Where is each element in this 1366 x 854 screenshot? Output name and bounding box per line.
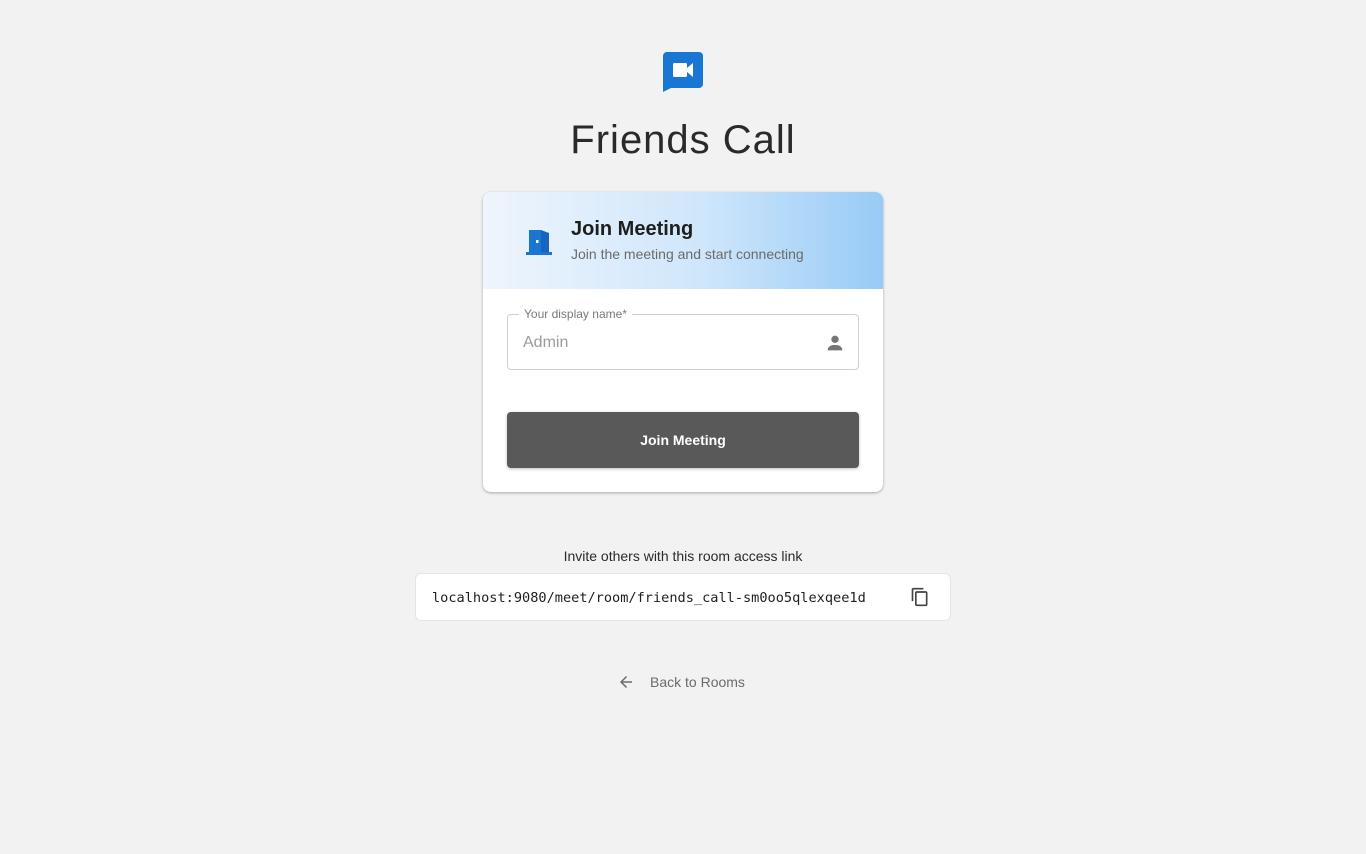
app-title: Friends Call [570,118,796,162]
video-chat-icon [663,52,703,92]
back-to-rooms-link[interactable]: Back to Rooms [615,671,755,693]
card-title: Join Meeting [571,218,694,240]
person-icon [827,335,843,351]
join-meeting-page: Friends Call Join Meeting Join the meeti… [0,0,1366,854]
arrow-left-icon [620,676,632,688]
room-link[interactable]: localhost:9080/meet/room/friends_call-sm… [432,590,866,606]
invite-text: Invite others with this room access link [563,548,803,564]
card-header: Join Meeting Join the meeting and start … [483,192,883,289]
door-icon [526,230,552,255]
display-name-field[interactable]: Your display name* [507,307,859,370]
card-subtitle: Join the meeting and start connecting [571,246,804,262]
join-meeting-button[interactable]: Join Meeting [507,412,859,468]
back-to-rooms-label: Back to Rooms [650,674,745,690]
join-meeting-card: Join Meeting Join the meeting and start … [483,192,883,492]
display-name-label: Your display name* [519,307,632,321]
room-link-box: localhost:9080/meet/room/friends_call-sm… [415,573,951,621]
copy-icon[interactable] [910,587,930,607]
display-name-input[interactable] [523,331,813,355]
